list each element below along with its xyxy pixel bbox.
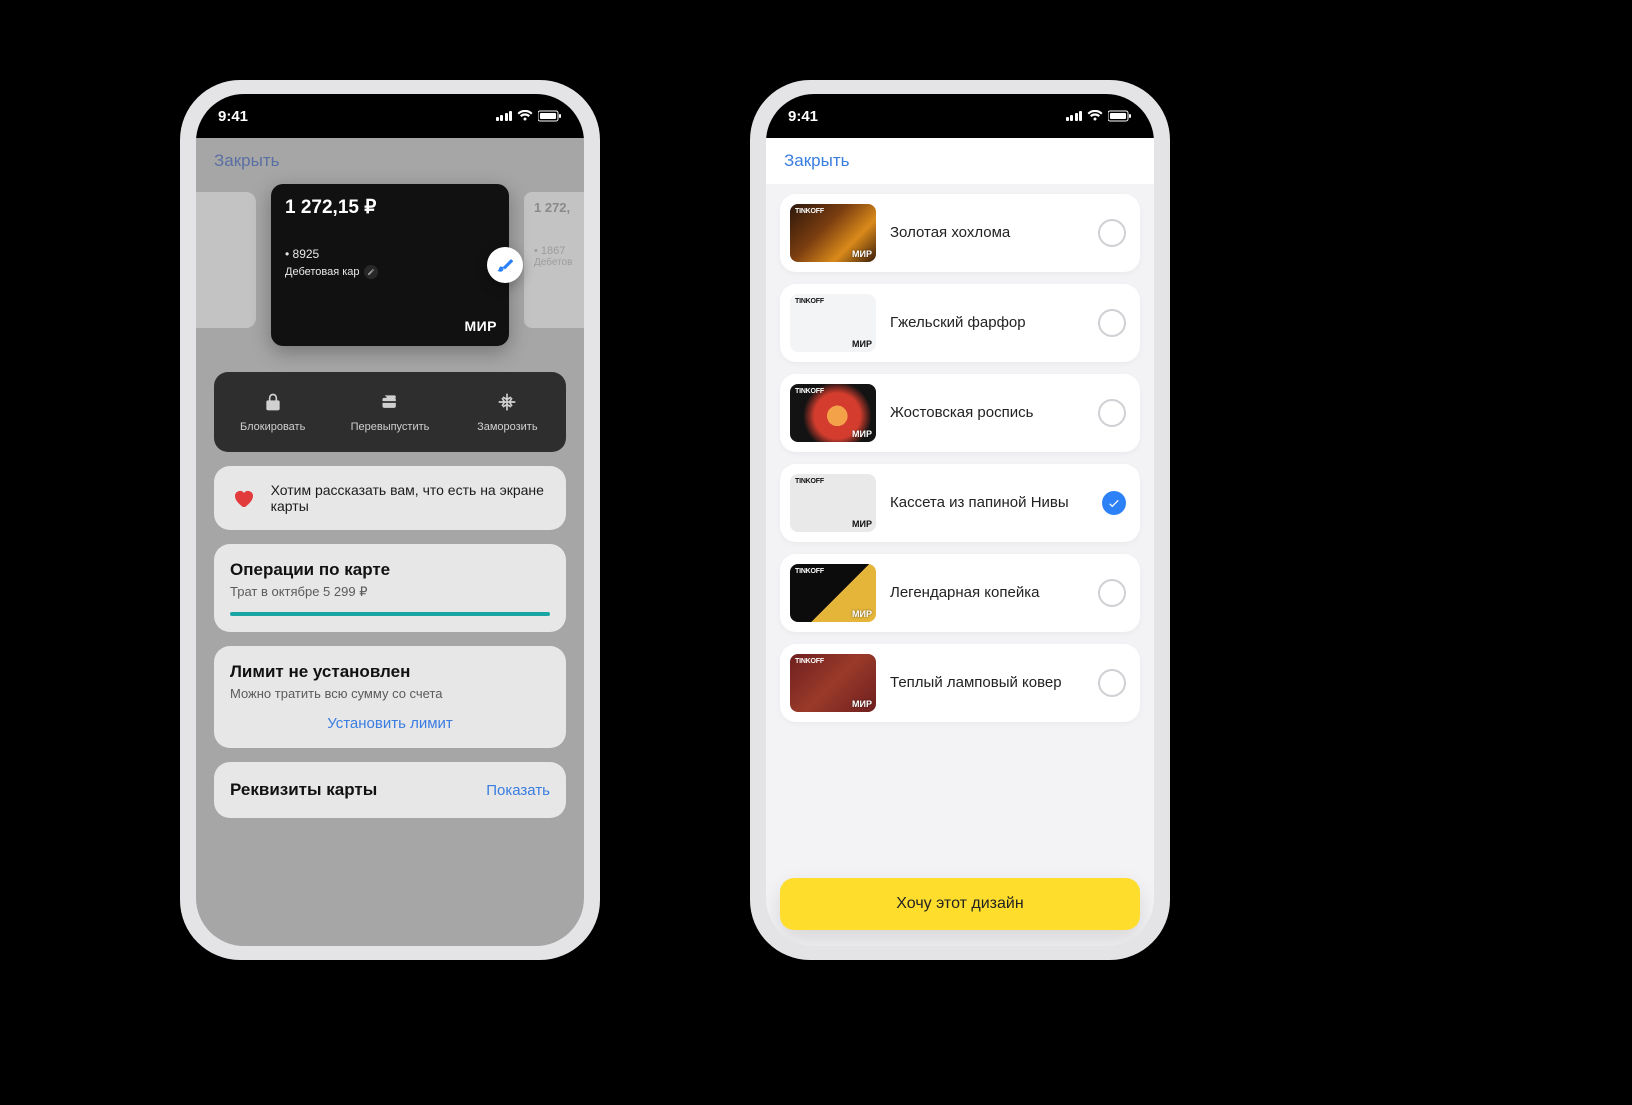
design-thumb: TINKOFF МИР [790,654,876,712]
thumb-brand-label: TINKOFF [795,208,824,215]
notch-icon [860,94,1060,124]
requisites-show-button[interactable]: Показать [486,782,550,799]
card-prev-thumb[interactable] [196,192,256,328]
design-thumb: TINKOFF МИР [790,204,876,262]
thumb-scheme-label: МИР [852,519,872,529]
design-list[interactable]: TINKOFF МИР Золотая хохлома TINKOFF МИР Гжель… [766,184,1154,946]
wifi-icon [517,110,533,122]
action-reissue-label: Перевыпустить [351,421,430,433]
status-icons [1066,110,1133,122]
snowflake-icon [497,392,517,415]
thumb-scheme-label: МИР [852,249,872,259]
battery-icon [538,110,562,122]
thumb-scheme-label: МИР [852,609,872,619]
radio-unselected-icon[interactable] [1098,399,1126,427]
edit-icon[interactable] [364,265,378,279]
card-next-num: • 1867 [534,245,584,257]
radio-unselected-icon[interactable] [1098,309,1126,337]
info-banner[interactable]: Хотим рассказать вам, что есть на экране… [214,466,566,530]
card-type-row: Дебетовая кар [285,265,495,279]
brush-button[interactable] [487,247,523,283]
limit-section: Лимит не установлен Можно тратить всю су… [214,646,566,748]
design-thumb: TINKOFF МИР [790,294,876,352]
card-next-balance: 1 272, [534,200,584,215]
design-name: Легендарная копейка [890,584,1084,603]
design-row[interactable]: TINKOFF МИР Теплый ламповый ковер [780,644,1140,722]
thumb-scheme-label: МИР [852,699,872,709]
cell-signal-icon [496,111,513,121]
action-lock-label: Блокировать [240,421,305,433]
phone-left: 9:41 Закрыть 1 272, • 1867 Дебето [180,80,600,960]
cell-signal-icon [1066,111,1083,121]
card-scheme-logo: МИР [464,318,497,334]
radio-unselected-icon[interactable] [1098,669,1126,697]
design-thumb: TINKOFF МИР [790,474,876,532]
lock-icon [263,392,283,415]
thumb-brand-label: TINKOFF [795,658,824,665]
radio-selected-icon[interactable] [1102,491,1126,515]
operations-progress [230,612,550,616]
action-lock[interactable]: Блокировать [214,372,331,452]
phone-right: 9:41 Закрыть TINKOFFМИРЗолотая хохломаTI… [750,80,1170,960]
heart-icon [230,483,257,513]
cards-icon [380,392,400,415]
card-balance: 1 272,15 ₽ [285,196,495,219]
card-action-bar: Блокировать Перевыпустить Заморозить [214,372,566,452]
navbar-right: Закрыть [766,138,1154,184]
stage: 9:41 Закрыть 1 272, • 1867 Дебето [0,0,1632,1100]
limit-sub: Можно тратить всю сумму со счета [230,686,550,701]
design-row[interactable]: TINKOFF МИР Жостовская роспись [780,374,1140,452]
design-thumb: TINKOFF МИР [790,384,876,442]
design-name: Гжельский фарфор [890,314,1084,333]
requisites-title: Реквизиты карты [230,780,377,800]
set-limit-button[interactable]: Установить лимит [230,715,550,732]
thumb-brand-label: TINKOFF [795,478,824,485]
card-carousel[interactable]: 1 272, • 1867 Дебетов 1 272,15 ₽ • 8925 … [196,184,584,354]
design-name: Теплый ламповый ковер [890,674,1084,693]
card-next-type: Дебетов [534,257,584,268]
wifi-icon [1087,110,1103,122]
battery-icon [1108,110,1132,122]
status-time: 9:41 [218,108,248,125]
action-freeze[interactable]: Заморозить [449,372,566,452]
thumb-brand-label: TINKOFF [795,388,824,395]
thumb-scheme-label: МИР [852,429,872,439]
choose-design-button[interactable]: Хочу этот дизайн [780,878,1140,930]
operations-sub: Трат в октябре 5 299 ₽ [230,584,550,600]
navbar-left: Закрыть [196,138,584,184]
design-row[interactable]: TINKOFF МИР Золотая хохлома [780,194,1140,272]
main-card[interactable]: 1 272,15 ₽ • 8925 Дебетовая кар МИР [271,184,509,346]
design-name: Кассета из папиной Нивы [890,494,1088,513]
design-row[interactable]: TINKOFF МИР Гжельский фарфор [780,284,1140,362]
design-name: Жостовская роспись [890,404,1084,423]
operations-section[interactable]: Операции по карте Трат в октябре 5 299 ₽ [214,544,566,632]
card-next-thumb[interactable]: 1 272, • 1867 Дебетов [524,192,584,328]
operations-title: Операции по карте [230,560,550,580]
requisites-row[interactable]: Реквизиты карты Показать [214,762,566,818]
radio-unselected-icon[interactable] [1098,579,1126,607]
thumb-scheme-label: МИР [852,339,872,349]
status-time: 9:41 [788,108,818,125]
info-banner-text: Хотим рассказать вам, что есть на экране… [271,482,550,514]
thumb-brand-label: TINKOFF [795,568,824,575]
close-button[interactable]: Закрыть [214,151,279,171]
action-reissue[interactable]: Перевыпустить [331,372,448,452]
design-name: Золотая хохлома [890,224,1084,243]
design-row[interactable]: TINKOFF МИР Легендарная копейка [780,554,1140,632]
thumb-brand-label: TINKOFF [795,298,824,305]
card-type-label: Дебетовая кар [285,266,360,278]
card-last4: • 8925 [285,247,495,261]
status-icons [496,110,563,122]
design-thumb: TINKOFF МИР [790,564,876,622]
limit-title: Лимит не установлен [230,662,550,682]
close-button[interactable]: Закрыть [784,151,849,171]
notch-icon [290,94,490,124]
radio-unselected-icon[interactable] [1098,219,1126,247]
action-freeze-label: Заморозить [477,421,538,433]
design-row[interactable]: TINKOFF МИР Кассета из папиной Нивы [780,464,1140,542]
